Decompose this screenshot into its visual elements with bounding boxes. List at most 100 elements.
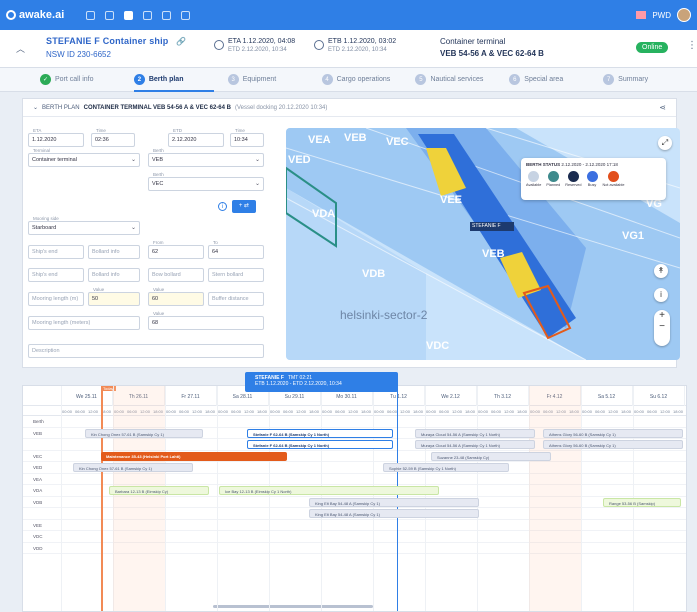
ship-end-field-2[interactable]: Ship's end [28, 268, 84, 282]
ship-icon[interactable] [124, 10, 134, 20]
gantt-hour-label: 18:00 [309, 409, 320, 414]
eta-time-field[interactable]: Time 02:36 [91, 128, 135, 147]
compass-icon[interactable]: ↟ [654, 264, 668, 278]
lane-label: VEB [33, 430, 43, 436]
globe-icon[interactable] [105, 10, 115, 20]
gantt-booking-bar[interactable]: Range 53-56 B (Samskip) [603, 497, 681, 507]
language-flag-icon[interactable] [636, 11, 647, 19]
gantt-booking-bar[interactable]: Stefanie F 62-64 B (Samskip Cy 1 North) [247, 440, 393, 449]
top-nav-bar: awake.ai PWD [0, 0, 697, 30]
gantt-booking-bar[interactable]: Barbara 12-13 B (Eimskip Cy) [109, 486, 209, 495]
status-dot-icon [608, 171, 619, 182]
home-icon[interactable] [86, 10, 96, 20]
edit-link-icon[interactable]: 🔗 [176, 37, 186, 46]
status-legend-item: Reserved [565, 171, 582, 187]
mooring-length-meters-field[interactable]: Mooring length (meters) [28, 316, 140, 330]
info-icon[interactable]: i [218, 202, 227, 211]
gantt-booking-bar[interactable]: Athens Glory 56-60 B (Samskip Cy 1) [543, 428, 683, 438]
add-berth-button[interactable]: + ⇄ [232, 200, 256, 213]
terminal-info: Container terminal VEB 54-56 A & VEC 62-… [440, 37, 544, 58]
step-number-icon: 4 [321, 74, 333, 85]
lane-label: VDB [33, 499, 43, 505]
side-select[interactable]: Mooring side Starboard ⌄ [28, 216, 140, 235]
terminal-select[interactable]: Terminal Container terminal ⌄ [28, 148, 140, 167]
status-label: Planned [546, 183, 561, 187]
chart-icon[interactable] [181, 10, 191, 20]
from-bollard-field[interactable]: From 62 [148, 240, 204, 259]
gantt-hour-label: 18:00 [621, 409, 632, 414]
gantt-booking-bar[interactable]: Sophie 52-59 B (Samskip Cy 1 North) [383, 463, 509, 472]
gantt-booking-bar[interactable]: Kin Chong Onex 57-61 B (Samskip Cy 1) [85, 428, 203, 438]
gantt-booking-bar[interactable]: King Elt Bay 54-48 A (Samskip Cy 1) [309, 509, 479, 518]
calendar-icon[interactable] [143, 10, 153, 20]
map-vessel-label[interactable]: STEFANIE F [472, 223, 501, 229]
step-3[interactable]: 3 Equipment [227, 68, 322, 92]
step-1[interactable]: ✓ Port call info [40, 68, 134, 92]
eta-date-field[interactable]: ETA 1.12.2020 [28, 128, 84, 147]
gantt-hour-label: 06:00 [179, 409, 190, 414]
gantt-hour-label: 12:00 [348, 409, 359, 414]
berth-plan-terminal: CONTAINER TERMINAL VEB 54-56 A & VEC 62-… [83, 104, 231, 111]
berth-map[interactable]: VEA VEB VEC VED VEE VEB VDA VDB VDC VG V… [286, 128, 680, 360]
step-4[interactable]: 4 Cargo operations [321, 68, 416, 92]
gantt-booking-bar[interactable]: Athens Glory 56-60 B (Samskip Cy 1) [543, 440, 683, 449]
vessel-popup[interactable]: STEFANIE F TMT 02:21 ETB 1.12.2020 - ETD… [245, 372, 398, 392]
bollard-info-field[interactable]: Bollard info [88, 245, 140, 259]
gantt-booking-bar[interactable]: Kin Chong Onex 57-61 B (Samskip Cy 1) [73, 463, 193, 472]
etd-time-field[interactable]: Time 10:34 [230, 128, 264, 147]
status-label: Reserved [565, 183, 582, 187]
etd-date-field[interactable]: ETD 2.12.2020 [168, 128, 224, 147]
horizontal-scrollbar[interactable] [213, 605, 373, 608]
step-label: Equipment [242, 76, 277, 83]
berth-select[interactable]: Berth VEB ⌄ [148, 148, 264, 167]
step-5[interactable]: 5 Nautical services [415, 68, 509, 92]
user-avatar[interactable] [677, 8, 691, 22]
gantt-booking-bar[interactable]: Muraya Cloud 54-56 A (Samskip Cy 1 North… [415, 428, 535, 438]
step-6[interactable]: 6 Special area [509, 68, 603, 92]
chevron-down-icon: ⌄ [254, 157, 260, 163]
gantt-booking-bar[interactable]: King Elt Bay 54-48 A (Samskip Cy 1) [309, 497, 479, 507]
buffer-distance-field[interactable]: Buffer distance [208, 292, 264, 306]
grid-icon[interactable] [162, 10, 172, 20]
step-2[interactable]: 2 Berth plan [133, 68, 228, 92]
top-nav-icons [86, 10, 191, 20]
gantt-booking-bar[interactable]: Muraya Cloud 54-56 A (Samskip Cy 1 North… [415, 440, 535, 449]
gantt-hour-label: 00:00 [374, 409, 385, 414]
gantt-booking-bar[interactable]: Maintenance 35-43 (Helsinki Port Lahti) [101, 451, 287, 461]
zoom-in-button[interactable]: + [654, 310, 670, 321]
share-icon[interactable]: ⋖ [659, 103, 666, 112]
fullscreen-icon[interactable]: ⤢ [658, 136, 672, 150]
gantt-day-divider [217, 386, 218, 611]
to-bollard-field[interactable]: To 64 [208, 240, 264, 259]
ship-end-field[interactable]: Ship's end [28, 245, 84, 259]
value-b-field[interactable]: Value 60 [148, 287, 204, 306]
today-marker [101, 386, 103, 611]
step-number-icon: 6 [509, 74, 521, 85]
step-label: Cargo operations [336, 76, 391, 83]
mooring-length-field[interactable]: Mooring length (m) [28, 292, 84, 306]
brand-logo[interactable]: awake.ai [6, 9, 64, 21]
gantt-booking-bar[interactable]: Suzanne 23-48 (Samskip Cy) [431, 451, 551, 461]
gantt-hour-label: 12:00 [608, 409, 619, 414]
bow-bollard-field[interactable]: Bow bollard [148, 268, 204, 282]
info-circle-icon[interactable]: i [654, 288, 668, 302]
value-a-field[interactable]: Value 50 [88, 287, 140, 306]
berth-plan-header[interactable]: ⌄ BERTH PLAN CONTAINER TERMINAL VEB 54-5… [23, 99, 676, 117]
description-field[interactable]: Description [28, 344, 264, 358]
zoom-out-button[interactable]: − [654, 321, 670, 332]
gantt-booking-bar[interactable]: Stefanie F 62-64 B (Samskip Cy 1 North) [247, 428, 393, 438]
stern-bollard-field[interactable]: Stern bollard [208, 268, 264, 282]
bollard-info-field-2[interactable]: Bollard info [88, 268, 140, 282]
step-7[interactable]: 7 Summary [603, 68, 697, 92]
berth2-select[interactable]: Berth VEC ⌄ [148, 172, 264, 191]
gantt-booking-bar[interactable]: Ice Bay 12-13 B (Eimskip Cy 1 North) [219, 486, 439, 495]
app-root: awake.ai PWD ︿ STEFANIE F Container ship… [0, 0, 697, 612]
collapse-chevron-icon[interactable]: ︿ [16, 42, 25, 55]
gantt-hour-label: 06:00 [75, 409, 86, 414]
value-c-field[interactable]: Value 68 [148, 311, 264, 330]
more-menu-icon[interactable]: ⋮ [687, 40, 697, 51]
gantt-hour-label: 18:00 [205, 409, 216, 414]
map-sector-label: helsinki-sector-2 [340, 308, 428, 322]
berth-status-legend: BERTH STATUS 2.12.2020 - 2.12.2020 17:18… [521, 158, 666, 200]
step-label: Nautical services [430, 76, 484, 83]
